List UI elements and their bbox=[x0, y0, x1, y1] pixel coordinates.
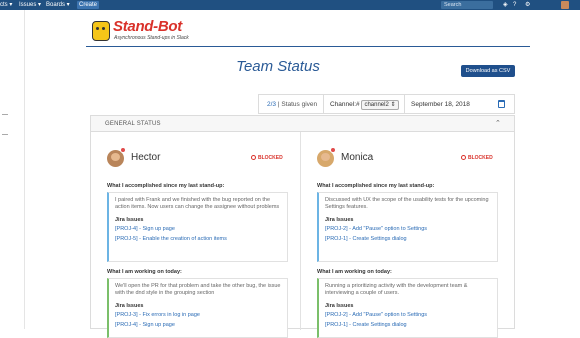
jira-issue-link[interactable]: [PROJ-3] - Fix errors in log in page bbox=[115, 311, 281, 319]
top-nav-bar: cts ▾ Issues ▾ Boards ▾ Create Search ◈ … bbox=[0, 0, 580, 10]
jira-issues-heading: Jira Issues bbox=[325, 216, 354, 223]
working-label: What I am working on today: bbox=[317, 269, 392, 275]
accomplished-card: I paired with Frank and we finished with… bbox=[107, 192, 288, 262]
search-input[interactable]: Search bbox=[441, 1, 493, 9]
channel-label: Channel:# bbox=[330, 101, 360, 108]
help-icon[interactable]: ? bbox=[513, 1, 516, 9]
page-title: Team Status bbox=[236, 58, 320, 75]
status-badge-label: BLOCKED bbox=[468, 155, 493, 161]
date-value: September 18, 2018 bbox=[411, 101, 470, 108]
working-label: What I am working on today: bbox=[107, 269, 182, 275]
blocked-icon bbox=[251, 155, 256, 160]
chevron-up-icon[interactable]: ⌃ bbox=[495, 116, 501, 132]
working-card: Running a prioritizing activity with the… bbox=[317, 278, 498, 338]
accomplished-label: What I accomplished since my last stand-… bbox=[107, 183, 225, 189]
logo-tagline: Asynchronous Stand-ups in Slack bbox=[114, 35, 189, 41]
jira-issues-heading: Jira Issues bbox=[115, 216, 144, 223]
jira-issue-link[interactable]: [PROJ-5] - Enable the creation of action… bbox=[115, 235, 281, 243]
rail-marker bbox=[2, 114, 8, 115]
robot-icon bbox=[92, 21, 110, 41]
rail-marker bbox=[2, 134, 8, 135]
accomplished-text: I paired with Frank and we finished with… bbox=[115, 197, 280, 211]
calendar-icon[interactable] bbox=[498, 100, 505, 108]
jira-issue-link[interactable]: [PROJ-2] - Add "Pause" option to Setting… bbox=[325, 311, 491, 319]
person-card-hector: Hector BLOCKED What I accomplished since… bbox=[91, 132, 299, 338]
status-badge: BLOCKED bbox=[251, 155, 283, 161]
jira-issue-link[interactable]: [PROJ-2] - Add "Pause" option to Setting… bbox=[325, 225, 491, 233]
header-divider bbox=[86, 46, 530, 47]
status-badge-label: BLOCKED bbox=[258, 155, 283, 161]
jira-issues-heading: Jira Issues bbox=[325, 302, 354, 309]
status-given: 2/3 | Status given bbox=[267, 101, 318, 108]
left-rail bbox=[0, 10, 25, 329]
blocked-icon bbox=[461, 155, 466, 160]
filter-divider bbox=[404, 95, 405, 114]
status-given-count[interactable]: 2/3 bbox=[267, 101, 276, 108]
filter-divider bbox=[323, 95, 324, 114]
working-card: We'll open the PR for that problem and t… bbox=[107, 278, 288, 338]
general-status-title: GENERAL STATUS bbox=[105, 121, 161, 127]
nav-boards[interactable]: Boards ▾ bbox=[46, 0, 70, 10]
user-avatar[interactable] bbox=[561, 1, 569, 9]
person-name: Hector bbox=[131, 152, 161, 163]
jira-issue-link[interactable]: [PROJ-4] - Sign up page bbox=[115, 225, 281, 233]
jira-issues-heading: Jira Issues bbox=[115, 302, 144, 309]
accomplished-card: Discussed with UX the scope of the usabi… bbox=[317, 192, 498, 262]
download-csv-button[interactable]: Download as CSV bbox=[461, 65, 515, 77]
channel-filter: Channel:# channel2 ⇕ bbox=[330, 95, 399, 114]
status-badge: BLOCKED bbox=[461, 155, 493, 161]
general-status-panel: GENERAL STATUS ⌃ Hector BLOCKED What I a… bbox=[90, 115, 515, 338]
accomplished-text: Discussed with UX the scope of the usabi… bbox=[325, 197, 489, 211]
filter-bar: 2/3 | Status given Channel:# channel2 ⇕ … bbox=[258, 94, 515, 114]
bell-icon[interactable]: ◈ bbox=[503, 1, 508, 9]
jira-issue-link[interactable]: [PROJ-1] - Create Settings dialog bbox=[325, 321, 491, 329]
general-status-header[interactable]: GENERAL STATUS ⌃ bbox=[91, 116, 514, 132]
channel-select[interactable]: channel2 ⇕ bbox=[361, 100, 399, 110]
blocked-badge-icon bbox=[120, 147, 126, 153]
person-name: Monica bbox=[341, 152, 374, 163]
working-text: We'll open the PR for that problem and t… bbox=[115, 283, 281, 297]
stand-bot-logo: Stand-Bot Asynchronous Stand-ups in Slac… bbox=[92, 18, 202, 45]
logo-title: Stand-Bot bbox=[113, 18, 182, 35]
working-text: Running a prioritizing activity with the… bbox=[325, 283, 468, 297]
nav-projects[interactable]: cts ▾ bbox=[0, 0, 12, 10]
status-given-label: Status given bbox=[281, 101, 318, 108]
accomplished-label: What I accomplished since my last stand-… bbox=[317, 183, 435, 189]
jira-issue-link[interactable]: [PROJ-4] - Sign up page bbox=[115, 321, 281, 329]
nav-issues[interactable]: Issues ▾ bbox=[19, 0, 41, 10]
gear-icon[interactable]: ⚙ bbox=[525, 1, 530, 9]
jira-issue-link[interactable]: [PROJ-1] - Create Settings dialog bbox=[325, 235, 491, 243]
person-card-monica: Monica BLOCKED What I accomplished since… bbox=[301, 132, 509, 338]
create-button[interactable]: Create bbox=[77, 1, 99, 9]
blocked-badge-icon bbox=[330, 147, 336, 153]
